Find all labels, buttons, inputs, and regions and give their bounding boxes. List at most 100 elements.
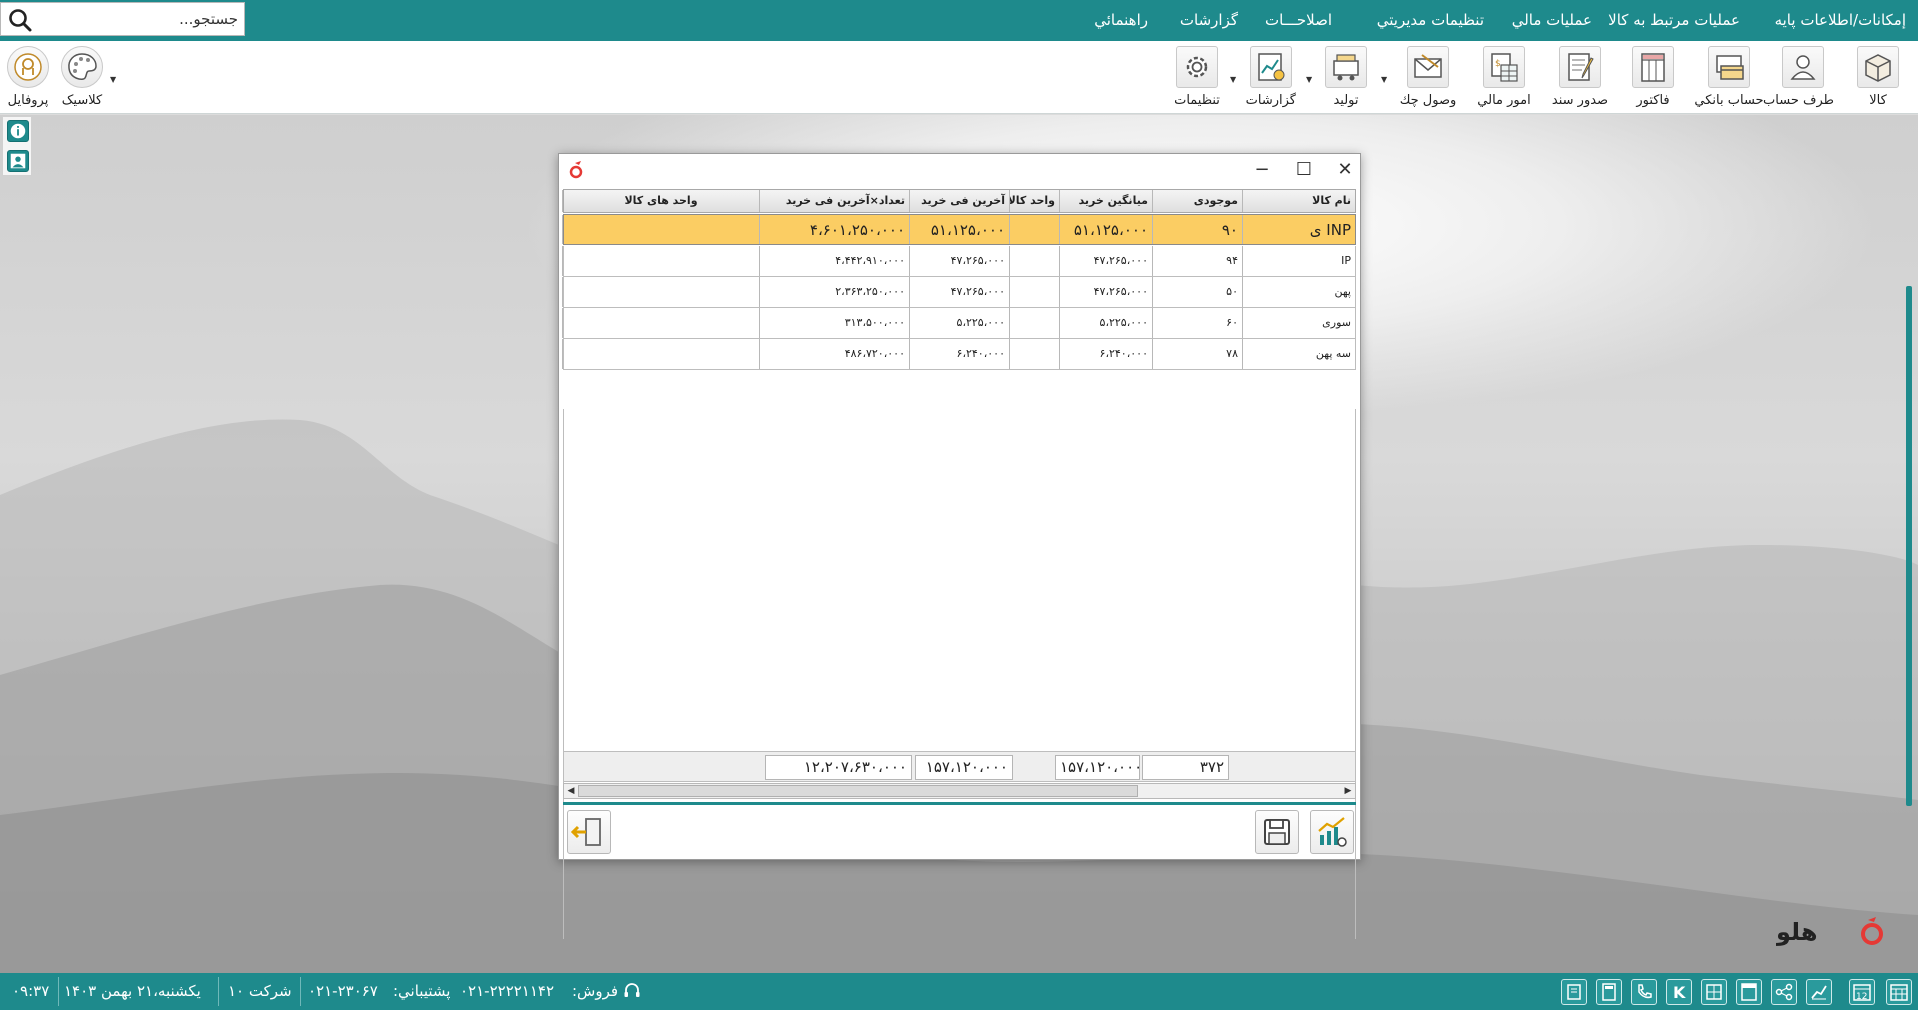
settings-button[interactable]: تنظيمات	[1172, 43, 1222, 111]
search-input[interactable]	[37, 3, 242, 35]
cell-avg-purchase[interactable]: ۵،۲۲۵،۰۰۰	[1059, 308, 1152, 338]
cell-name[interactable]: IP	[1242, 246, 1355, 276]
menu-basic-info[interactable]: إمكانات/اطلاعات پايه	[1775, 0, 1906, 41]
cell-units[interactable]	[562, 246, 759, 276]
column-header-last-price[interactable]: آخرین فی خرید	[909, 190, 1009, 212]
cell-avg-purchase[interactable]: ۴۷،۲۶۵،۰۰۰	[1059, 277, 1152, 307]
status-note-button[interactable]	[1736, 979, 1762, 1005]
status-k-button[interactable]: K	[1666, 979, 1692, 1005]
cell-units[interactable]	[562, 308, 759, 338]
k-letter-icon: K	[1673, 983, 1686, 1002]
cell-last-price[interactable]: ۶،۲۴۰،۰۰۰	[909, 339, 1009, 369]
classic-theme-button[interactable]: کلاسیک	[56, 43, 108, 111]
reports-button[interactable]: گزارشات	[1246, 43, 1296, 111]
reports-dropdown-arrow[interactable]: ▼	[1306, 75, 1312, 84]
right-edge-scroll-indicator[interactable]	[1906, 286, 1912, 806]
cell-total[interactable]: ۲،۳۶۳،۲۵۰،۰۰۰	[759, 277, 909, 307]
maximize-button[interactable]: ☐	[1289, 158, 1319, 182]
column-header-avg-purchase[interactable]: میانگین خرید	[1059, 190, 1152, 212]
menu-management-settings[interactable]: تنظيمات مديريتي	[1377, 0, 1484, 41]
profile-button[interactable]: پروفایل	[4, 43, 52, 111]
cell-total[interactable]: ۴،۴۴۲،۹۱۰،۰۰۰	[759, 246, 909, 276]
cell-name[interactable]: پهن	[1242, 277, 1355, 307]
cell-avg-purchase[interactable]: ۵۱،۱۲۵،۰۰۰	[1059, 215, 1152, 244]
cell-name[interactable]: ی INP	[1242, 215, 1355, 244]
table-row[interactable]: ی INP ۹۰ ۵۱،۱۲۵،۰۰۰ ۵۱،۱۲۵،۰۰۰ ۴،۶۰۱،۲۵۰،۰۰۰	[562, 214, 1356, 245]
status-chart-button[interactable]	[1806, 979, 1832, 1005]
dialog-separator	[563, 802, 1356, 805]
info-button[interactable]	[7, 120, 29, 142]
total-avg-purchase: ۱۵۷،۱۲۰،۰۰۰	[1055, 755, 1142, 780]
cell-stock[interactable]: ۶۰	[1152, 308, 1242, 338]
financial-affairs-button[interactable]: $ امور مالي	[1476, 43, 1532, 111]
user-card-button[interactable]	[7, 150, 29, 172]
cell-stock[interactable]: ۵۰	[1152, 277, 1242, 307]
cell-last-price[interactable]: ۵۱،۱۲۵،۰۰۰	[909, 215, 1009, 244]
cell-last-price[interactable]: ۴۷،۲۶۵،۰۰۰	[909, 277, 1009, 307]
cell-stock[interactable]: ۹۴	[1152, 246, 1242, 276]
status-calendar-day-button[interactable]: 12	[1849, 979, 1875, 1005]
cell-last-price[interactable]: ۴۷،۲۶۵،۰۰۰	[909, 246, 1009, 276]
cell-unit[interactable]	[1009, 277, 1059, 307]
production-button[interactable]: توليد	[1324, 43, 1368, 111]
settings-dropdown-arrow[interactable]: ▼	[1230, 75, 1236, 84]
status-calculator-button[interactable]	[1596, 979, 1622, 1005]
cell-unit[interactable]	[1009, 308, 1059, 338]
cheque-collection-button[interactable]: وصول چك	[1398, 43, 1458, 111]
classic-dropdown-arrow[interactable]: ▼	[110, 75, 116, 84]
issue-document-button[interactable]: صدور سند	[1550, 43, 1610, 111]
cell-unit[interactable]	[1009, 246, 1059, 276]
column-header-name[interactable]: نام کالا	[1242, 190, 1355, 212]
scroll-right-arrow[interactable]: ▶	[1341, 784, 1355, 798]
cell-avg-purchase[interactable]: ۶،۲۴۰،۰۰۰	[1059, 339, 1152, 369]
menu-financial-operations[interactable]: عمليات مالي	[1512, 0, 1592, 41]
cell-total[interactable]: ۴،۶۰۱،۲۵۰،۰۰۰	[759, 215, 909, 244]
calendar-icon	[1890, 984, 1908, 1001]
cell-stock[interactable]: ۷۸	[1152, 339, 1242, 369]
scroll-left-arrow[interactable]: ◀	[564, 784, 578, 798]
invoice-button[interactable]: فاکتور	[1628, 43, 1678, 111]
scroll-thumb[interactable]	[578, 785, 1138, 797]
menu-reports[interactable]: گزارشات	[1180, 0, 1238, 41]
status-calc-grid-button[interactable]	[1701, 979, 1727, 1005]
bank-account-button[interactable]: حساب بانکي	[1694, 43, 1764, 111]
status-share-button[interactable]	[1771, 979, 1797, 1005]
cell-total[interactable]: ۴۸۶،۷۲۰،۰۰۰	[759, 339, 909, 369]
table-row[interactable]: سوری ۶۰ ۵،۲۲۵،۰۰۰ ۵،۲۲۵،۰۰۰ ۳۱۳،۵۰۰،۰۰۰	[562, 308, 1356, 339]
save-button[interactable]	[1255, 810, 1299, 854]
calculator-icon	[1602, 983, 1616, 1001]
table-row[interactable]: پهن ۵۰ ۴۷،۲۶۵،۰۰۰ ۴۷،۲۶۵،۰۰۰ ۲،۳۶۳،۲۵۰،۰۰۰	[562, 277, 1356, 308]
cell-stock[interactable]: ۹۰	[1152, 215, 1242, 244]
status-calendar-button[interactable]	[1886, 979, 1912, 1005]
menu-help[interactable]: راهنمائي	[1094, 0, 1148, 41]
cell-name[interactable]: سوری	[1242, 308, 1355, 338]
table-row[interactable]: سه پهن ۷۸ ۶،۲۴۰،۰۰۰ ۶،۲۴۰،۰۰۰ ۴۸۶،۷۲۰،۰۰۰	[562, 339, 1356, 370]
column-header-total[interactable]: تعداد×آخرین فی خرید	[759, 190, 909, 212]
production-dropdown-arrow[interactable]: ▼	[1381, 75, 1387, 84]
close-button[interactable]: ✕	[1330, 158, 1360, 182]
chart-button[interactable]	[1310, 810, 1354, 854]
search-icon[interactable]	[7, 7, 33, 33]
cell-unit[interactable]	[1009, 215, 1059, 244]
cell-name[interactable]: سه پهن	[1242, 339, 1355, 369]
column-header-units[interactable]: واحد های کالا	[562, 190, 759, 212]
table-row[interactable]: IP ۹۴ ۴۷،۲۶۵،۰۰۰ ۴۷،۲۶۵،۰۰۰ ۴،۴۴۲،۹۱۰،۰۰۰	[562, 246, 1356, 277]
cell-units[interactable]	[562, 339, 759, 369]
menu-corrections[interactable]: اصلاحـــات	[1265, 0, 1332, 41]
cell-units[interactable]	[562, 277, 759, 307]
cell-total[interactable]: ۳۱۳،۵۰۰،۰۰۰	[759, 308, 909, 338]
exit-button[interactable]	[567, 810, 611, 854]
cell-avg-purchase[interactable]: ۴۷،۲۶۵،۰۰۰	[1059, 246, 1152, 276]
column-header-stock[interactable]: موجودی	[1152, 190, 1242, 212]
status-book-button[interactable]	[1561, 979, 1587, 1005]
menu-goods-operations[interactable]: عمليات مرتبط به کالا	[1608, 0, 1740, 41]
horizontal-scrollbar[interactable]: ◀ ▶	[563, 783, 1356, 799]
cell-units[interactable]	[562, 215, 759, 244]
cell-unit[interactable]	[1009, 339, 1059, 369]
column-header-unit[interactable]: واحد کالا	[1009, 190, 1059, 212]
cell-last-price[interactable]: ۵،۲۲۵،۰۰۰	[909, 308, 1009, 338]
goods-button[interactable]: کالا	[1852, 43, 1904, 111]
party-account-button[interactable]: طرف حساب	[1763, 43, 1834, 111]
minimize-button[interactable]: −	[1247, 158, 1277, 182]
status-phone-button[interactable]	[1631, 979, 1657, 1005]
